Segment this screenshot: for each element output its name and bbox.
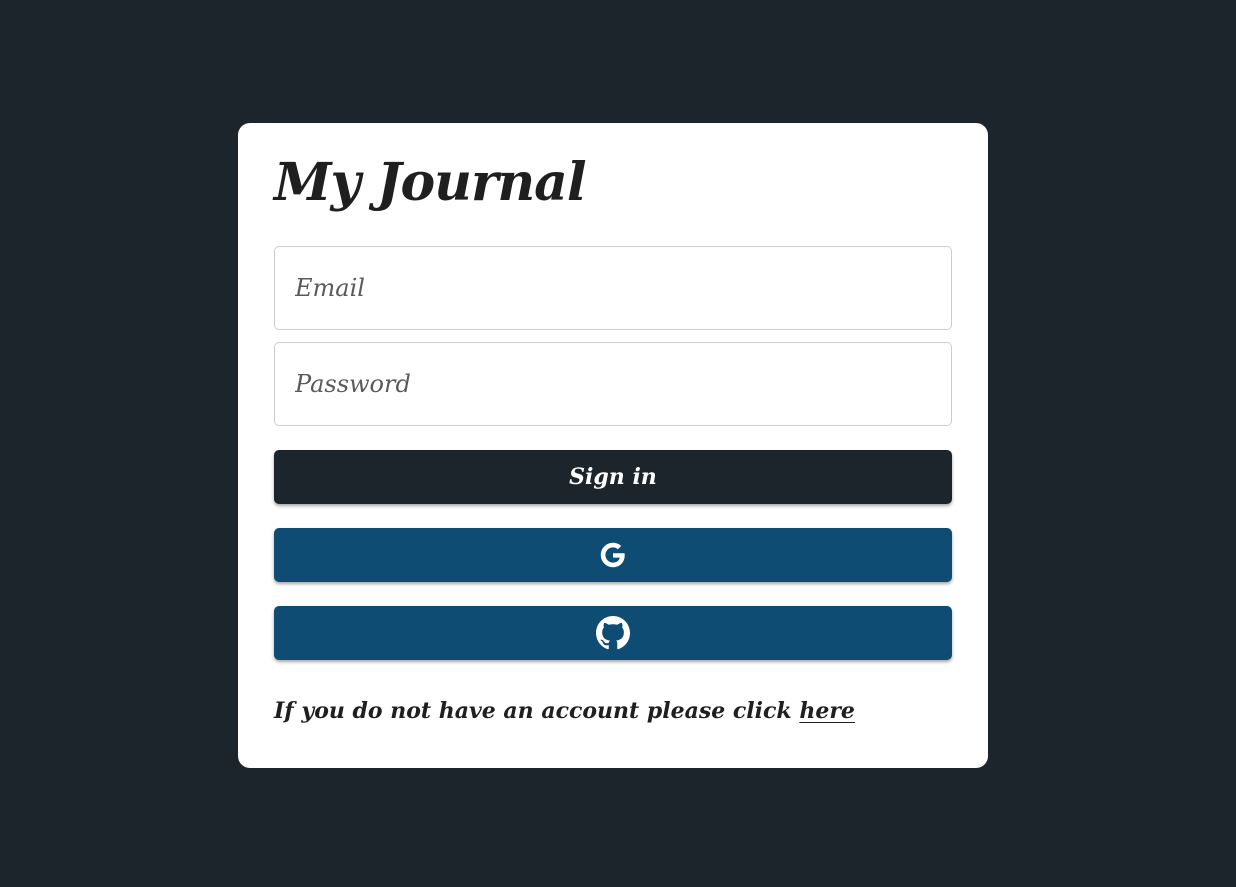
- signup-prompt: If you do not have an account please cli…: [274, 698, 952, 724]
- email-field[interactable]: [274, 246, 952, 330]
- github-sign-in-button[interactable]: [274, 606, 952, 660]
- google-sign-in-button[interactable]: [274, 528, 952, 582]
- page-title: My Journal: [274, 152, 587, 213]
- sign-in-label: Sign in: [569, 464, 657, 490]
- sign-in-button[interactable]: Sign in: [274, 450, 952, 504]
- signup-link[interactable]: here: [799, 698, 855, 724]
- github-icon: [596, 616, 630, 650]
- login-card: My Journal Sign in If you do not have an…: [238, 123, 988, 768]
- password-field[interactable]: [274, 342, 952, 426]
- google-icon: [598, 540, 628, 570]
- signup-prompt-text: If you do not have an account please cli…: [274, 698, 792, 724]
